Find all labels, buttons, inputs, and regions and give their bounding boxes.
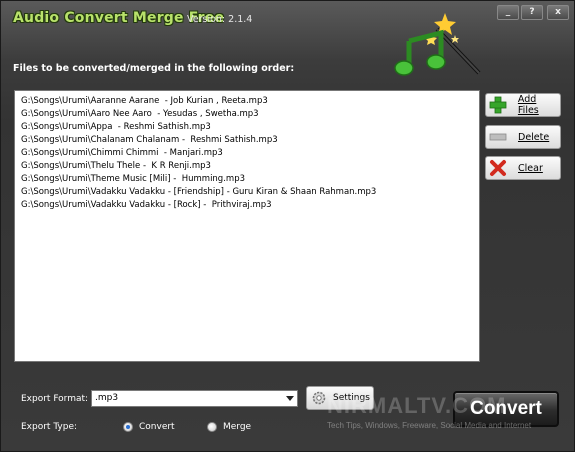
file-list-item[interactable]: G:\Songs\Urumi\Aaranne Aarane - Job Kuri… (21, 95, 473, 108)
file-list-item[interactable]: G:\Songs\Urumi\Theme Music [Mili] - Humm… (21, 173, 473, 186)
file-list-item[interactable]: G:\Songs\Urumi\Appa - Reshmi Sathish.mp3 (21, 121, 473, 134)
radio-unselected-indicator (207, 422, 217, 432)
x-icon (486, 157, 510, 179)
radio-selected-indicator (123, 422, 133, 432)
radio-merge-label: Merge (223, 422, 252, 432)
file-list-item[interactable]: G:\Songs\Urumi\Chimmi Chimmi - Manjari.m… (21, 147, 473, 160)
settings-label: Settings (333, 393, 370, 403)
gear-icon (307, 389, 331, 407)
files-section-label: Files to be converted/merged in the foll… (13, 63, 295, 74)
add-files-label: Add Files (517, 94, 539, 116)
export-format-value: .mp3 (95, 393, 119, 403)
radio-convert[interactable]: Convert (123, 422, 175, 432)
clear-button[interactable]: Clear (485, 156, 561, 180)
file-list-item[interactable]: G:\Songs\Urumi\Chalanam Chalanam - Reshm… (21, 134, 473, 147)
delete-button[interactable]: Delete (485, 125, 561, 149)
file-list-item[interactable]: G:\Songs\Urumi\Aaro Nee Aaro - Yesudas ,… (21, 108, 473, 121)
clear-label: Clear (518, 162, 543, 174)
delete-label: Delete (518, 131, 550, 143)
music-note-wand-icon (394, 13, 481, 76)
settings-button[interactable]: Settings (306, 386, 374, 410)
radio-merge[interactable]: Merge (207, 422, 251, 432)
radio-convert-label: Convert (139, 422, 175, 432)
export-format-select[interactable]: .mp3 (91, 390, 298, 407)
version-label: Version: 2.1.4 (187, 14, 253, 25)
export-format-label: Export Format: (21, 394, 89, 404)
minus-icon (486, 126, 510, 148)
file-list-item[interactable]: G:\Songs\Urumi\Vadakku Vadakku - [Friend… (21, 186, 473, 199)
export-type-label: Export Type: (21, 422, 78, 432)
app-window: Audio Convert Merge Free Version: 2.1.4 … (0, 0, 575, 452)
convert-button[interactable]: Convert (453, 391, 559, 427)
add-files-button[interactable]: Add Files (485, 93, 561, 117)
file-list-item[interactable]: G:\Songs\Urumi\Thelu Thele - K R Renji.m… (21, 160, 473, 173)
file-list[interactable]: G:\Songs\Urumi\Aaranne Aarane - Job Kuri… (14, 90, 480, 362)
close-button[interactable]: x (547, 5, 569, 20)
plus-icon (486, 94, 510, 116)
file-list-item[interactable]: G:\Songs\Urumi\Vadakku Vadakku - [Rock] … (21, 199, 473, 212)
chevron-down-icon (286, 396, 294, 401)
minimize-button[interactable]: _ (497, 5, 519, 20)
help-button[interactable]: ? (521, 5, 543, 20)
